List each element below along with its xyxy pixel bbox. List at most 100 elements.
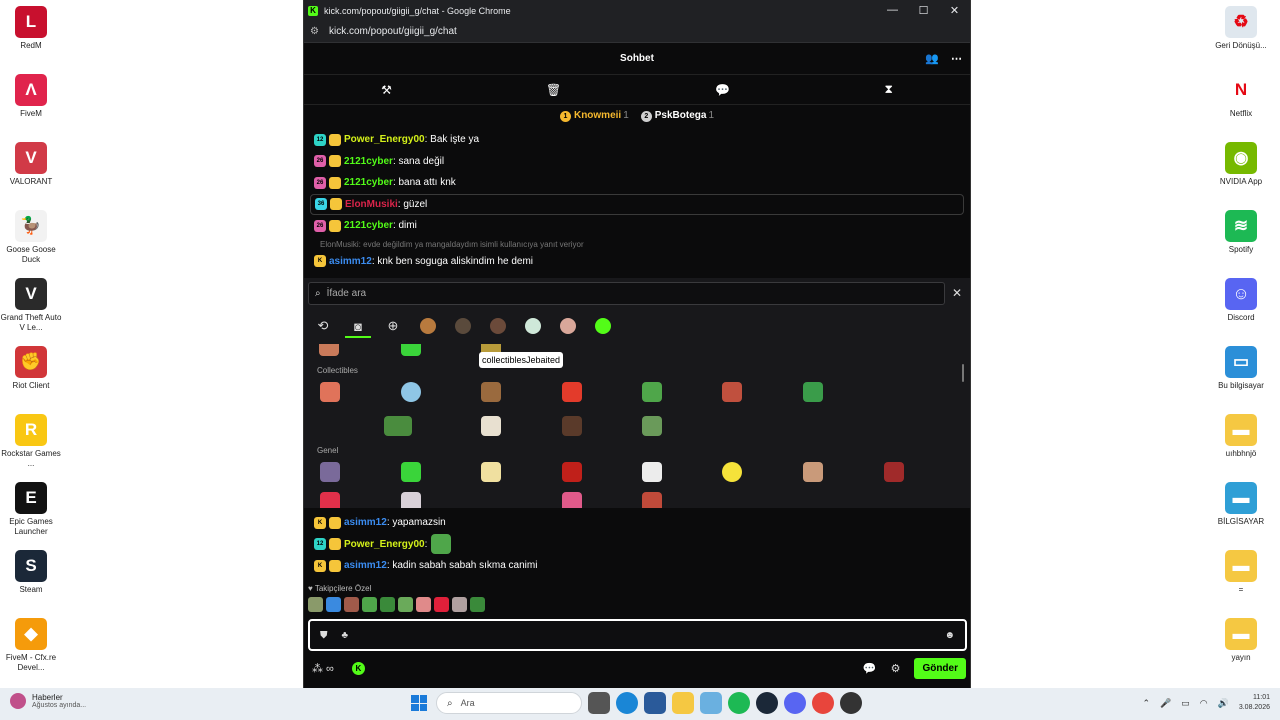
desktop-icon[interactable]: ♻ Geri Dönüşü... — [1210, 0, 1272, 66]
desktop-icon[interactable]: ≋ Spotify — [1210, 204, 1272, 270]
desktop-icon[interactable]: Λ FiveM — [0, 68, 62, 134]
username[interactable]: asimm12 — [344, 560, 387, 571]
emote[interactable] — [481, 416, 501, 436]
emote[interactable] — [401, 462, 421, 482]
clear-chat-icon[interactable]: 🗑 — [546, 83, 561, 97]
wifi-icon[interactable]: ◠ — [1200, 698, 1208, 709]
emote[interactable] — [642, 462, 662, 482]
obs-icon[interactable] — [840, 692, 862, 714]
desktop-icon[interactable]: ✊ Riot Client — [0, 340, 62, 406]
emote[interactable] — [562, 416, 582, 436]
emote[interactable] — [380, 597, 395, 612]
emote[interactable] — [326, 597, 341, 612]
global-tab-icon[interactable]: ⊕ — [380, 316, 406, 338]
channel-tab-2[interactable] — [450, 316, 476, 338]
emote[interactable] — [722, 382, 742, 402]
picker-scrollbar[interactable] — [962, 364, 964, 382]
emoji-picker-icon[interactable]: ☻ — [944, 630, 955, 641]
username[interactable]: Power_Energy00 — [344, 134, 425, 145]
channel-tab-1[interactable] — [415, 316, 441, 338]
desktop-icon[interactable]: ▬ = — [1210, 544, 1272, 610]
emote[interactable] — [344, 597, 359, 612]
discord-icon[interactable] — [784, 692, 806, 714]
slow-mode-icon[interactable]: ⧗ — [884, 82, 892, 97]
desktop-icon[interactable]: ▬ yayın — [1210, 612, 1272, 678]
username[interactable]: 2121cyber — [344, 177, 393, 188]
desktop-icon[interactable]: L RedM — [0, 0, 62, 66]
desktop-icon[interactable]: ◆ FiveM - Cfx.re Devel... — [0, 612, 62, 678]
emote[interactable] — [401, 382, 421, 402]
emote[interactable] — [416, 597, 431, 612]
emote[interactable] — [642, 416, 662, 436]
emote[interactable] — [803, 382, 823, 402]
emote[interactable] — [362, 597, 377, 612]
emote[interactable] — [308, 597, 323, 612]
emote[interactable] — [398, 597, 413, 612]
chat-mode-icon[interactable]: 💬 — [715, 83, 730, 97]
close-picker-icon[interactable]: ✕ — [952, 286, 962, 300]
desktop-icon[interactable]: ◉ NVIDIA App — [1210, 136, 1272, 202]
kick-coin-icon[interactable]: K — [351, 661, 365, 675]
users-icon[interactable]: 👥 — [925, 52, 939, 65]
start-windows-icon[interactable] — [408, 692, 430, 714]
desktop-icon[interactable]: N Netflix — [1210, 68, 1272, 134]
emote[interactable] — [470, 597, 485, 612]
address-bar[interactable]: ⚙ kick.com/popout/giigii_g/chat — [304, 21, 970, 43]
emote-jebaited[interactable] — [481, 382, 501, 402]
emote[interactable] — [562, 462, 582, 482]
emote[interactable] — [431, 534, 452, 555]
emote[interactable] — [722, 462, 742, 482]
desktop-icon[interactable]: ☺ Discord — [1210, 272, 1272, 338]
chrome-icon[interactable] — [812, 692, 834, 714]
emote[interactable] — [481, 462, 501, 482]
spotify-icon[interactable] — [728, 692, 750, 714]
news-widget[interactable]: Haberler Ağustos ayında... — [10, 693, 86, 709]
username[interactable]: ElonMusiki — [345, 199, 398, 210]
emote-search-input[interactable]: ⌕ İfade ara — [308, 282, 945, 305]
chat-settings-bubble-icon[interactable]: 💬 — [863, 662, 877, 675]
desktop-icon[interactable]: 🦆 Goose Goose Duck — [0, 204, 62, 270]
emote[interactable] — [320, 462, 340, 482]
emote[interactable] — [884, 462, 904, 482]
task-view-icon[interactable] — [588, 692, 610, 714]
username[interactable]: 2121cyber — [344, 156, 393, 167]
maximize-button[interactable]: ☐ — [908, 4, 939, 17]
store-icon[interactable] — [644, 692, 666, 714]
emote[interactable] — [320, 492, 340, 508]
username[interactable]: Power_Energy00 — [344, 539, 425, 550]
emote[interactable] — [803, 462, 823, 482]
desktop-icon[interactable]: R Rockstar Games ... — [0, 408, 62, 474]
display-icon[interactable]: ▭ — [1181, 698, 1190, 709]
emote[interactable] — [401, 344, 421, 356]
site-settings-icon[interactable]: ⚙ — [310, 26, 319, 37]
desktop-icon[interactable]: S Steam — [0, 544, 62, 610]
gifter-entry[interactable]: 1 Knowmeii 1 — [559, 110, 629, 122]
network-app-icon[interactable] — [700, 692, 722, 714]
more-options-icon[interactable]: ⋯ — [951, 52, 962, 65]
username[interactable]: asimm12 — [329, 256, 372, 267]
clock[interactable]: 11:01 3.08.2026 — [1239, 693, 1270, 713]
emoji-tab-icon[interactable] — [590, 316, 616, 338]
channel-tab-3[interactable] — [485, 316, 511, 338]
emote[interactable] — [401, 492, 421, 508]
emote[interactable] — [562, 382, 582, 402]
username[interactable]: 2121cyber — [344, 220, 393, 231]
desktop-icon[interactable]: ▬ BİLGİSAYAR — [1210, 476, 1272, 542]
shield-icon[interactable]: ⛊ — [320, 630, 328, 641]
recent-tab-icon[interactable]: ⟲ — [310, 316, 336, 338]
tray-chevron-icon[interactable]: ⌃ — [1142, 698, 1150, 709]
edge-icon[interactable] — [616, 692, 638, 714]
username[interactable]: asimm12 — [344, 517, 387, 528]
emote[interactable] — [434, 597, 449, 612]
taskbar-search[interactable]: ⌕ Ara — [436, 692, 582, 714]
steam-icon[interactable] — [756, 692, 778, 714]
desktop-icon[interactable]: V Grand Theft Auto V Le... — [0, 272, 62, 338]
channel-tab-5[interactable] — [555, 316, 581, 338]
ban-hammer-icon[interactable]: ⚒ — [381, 83, 392, 97]
emote[interactable] — [319, 344, 339, 356]
emote[interactable] — [384, 416, 412, 436]
emote[interactable] — [642, 382, 662, 402]
gifter-entry[interactable]: 2 PskBotega 1 — [640, 110, 714, 122]
emote[interactable] — [642, 492, 662, 508]
emote[interactable] — [320, 382, 340, 402]
